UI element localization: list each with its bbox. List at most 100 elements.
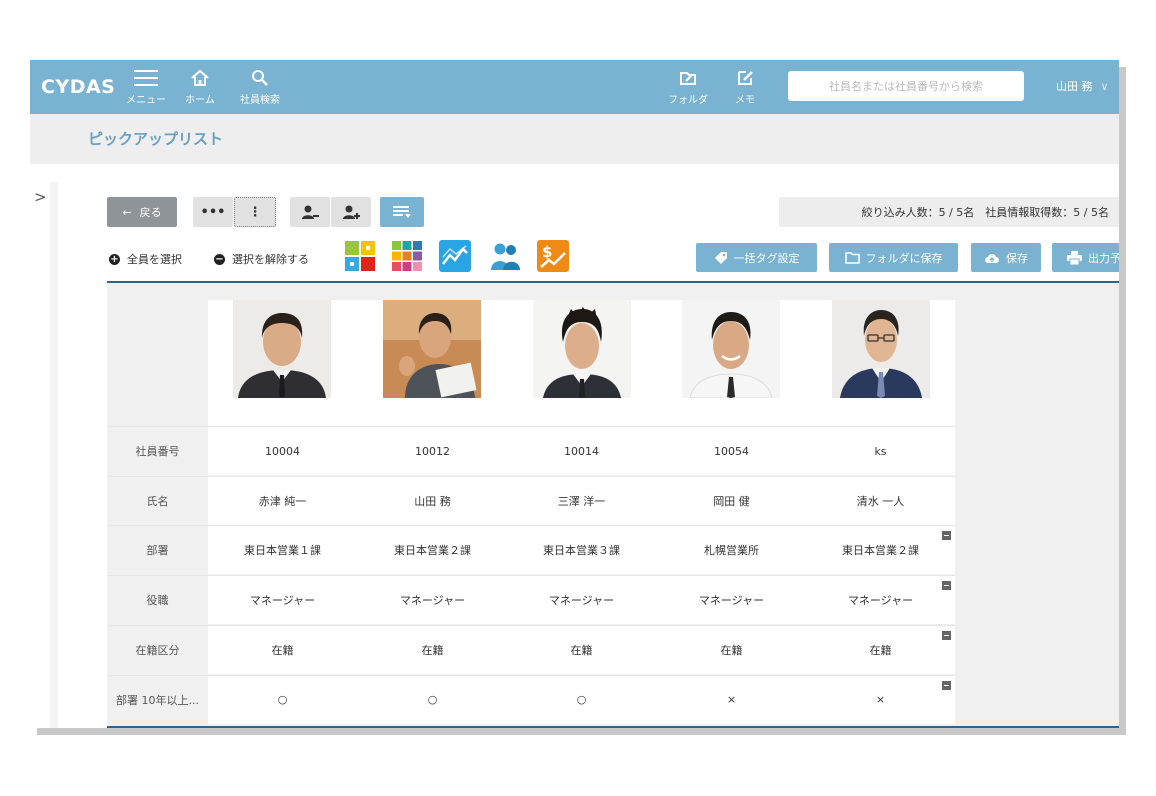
row-label: 在籍区分 xyxy=(107,625,208,674)
table-cell: マネージャー xyxy=(399,594,466,608)
table-cell: ks xyxy=(874,444,887,458)
deselect-all-button[interactable]: − 選択を解除する xyxy=(214,251,309,267)
select-all-label: 全員を選択 xyxy=(127,253,182,266)
home-button[interactable]: ホーム xyxy=(180,68,220,110)
print-reserve-label: 出力予約 xyxy=(1088,251,1119,265)
table-cell: 東日本営業２課 xyxy=(394,544,471,558)
chevron-down-icon: ∨ xyxy=(1100,80,1109,93)
save-label: 保存 xyxy=(1006,251,1028,265)
table-cell: 札幌営業所 xyxy=(704,544,759,558)
row-label: 氏名 xyxy=(107,476,208,525)
table-cell: 東日本営業１課 xyxy=(244,544,321,558)
top-navigation-bar: CYDAS メニュー ホーム 社員検索 フォルダ メモ 山田 務 ∨ xyxy=(30,60,1119,114)
table-cell: 三澤 洋一 xyxy=(557,494,606,508)
app-window: CYDAS メニュー ホーム 社員検索 フォルダ メモ 山田 務 ∨ ピックアップ… xyxy=(30,60,1119,728)
add-user-button[interactable] xyxy=(331,197,371,227)
folder-label: フォルダ xyxy=(668,95,708,106)
table-cell: 10012 xyxy=(415,444,450,458)
row-label: 役職 xyxy=(107,576,208,625)
table-bottom-divider xyxy=(107,726,1119,728)
employee-photo-5[interactable] xyxy=(832,300,930,398)
employee-photo-4[interactable] xyxy=(682,300,780,398)
table-row: 役職 マネージャー マネージャー マネージャー マネージャー マネージャー xyxy=(107,575,955,625)
print-reserve-button[interactable]: 出力予約 xyxy=(1052,243,1119,272)
hamburger-icon xyxy=(134,70,158,86)
pickup-list-table: 社員番号 10004 10012 10014 10054 ks 氏名 赤津 純一 山田 務 三澤 … xyxy=(107,283,1119,728)
main-content: ← 戻る ••• ⋮ 絞り込み人数：5 / 5名 社員情報取得数：5 / 5名 … xyxy=(107,182,1119,728)
salary-chart-icon[interactable]: $ xyxy=(537,240,569,272)
employee-search-label: 社員検索 xyxy=(240,95,280,106)
folder-edit-icon xyxy=(680,72,696,85)
table-cell: 在籍 xyxy=(869,643,892,657)
svg-text:$: $ xyxy=(542,243,552,261)
bulk-tag-button[interactable]: 一括タグ設定 xyxy=(696,243,817,272)
tile-view-icon[interactable] xyxy=(344,240,376,272)
plus-circle-icon: + xyxy=(109,253,120,265)
memo-edit-icon xyxy=(738,71,753,85)
table-cell: 10014 xyxy=(564,444,599,458)
folder-button[interactable]: フォルダ xyxy=(666,68,710,110)
save-to-folder-label: フォルダに保存 xyxy=(865,251,943,265)
save-to-folder-button[interactable]: フォルダに保存 xyxy=(829,243,958,272)
page-title-band: ピックアップリスト xyxy=(30,114,1119,164)
cydas-logo[interactable]: CYDAS xyxy=(41,76,115,98)
remove-user-button[interactable] xyxy=(290,197,330,227)
kebab-menu-button[interactable]: ⋮ xyxy=(234,197,276,227)
list-settings-button[interactable] xyxy=(380,197,424,227)
table-row: 在籍区分 在籍 在籍 在籍 在籍 在籍 xyxy=(107,624,955,674)
table-cell: ○ xyxy=(427,693,438,706)
cloud-upload-icon xyxy=(985,253,999,263)
table-cell: 在籍 xyxy=(570,643,593,657)
memo-button[interactable]: メモ xyxy=(728,68,762,110)
table-cell: マネージャー xyxy=(249,594,316,608)
table-cell: 在籍 xyxy=(720,643,743,657)
menu-button[interactable]: メニュー xyxy=(125,68,167,110)
table-cell: 在籍 xyxy=(421,643,444,657)
table-row: 社員番号 10004 10012 10014 10054 ks xyxy=(107,426,955,475)
select-all-button[interactable]: + 全員を選択 xyxy=(109,251,182,267)
table-cell: 赤津 純一 xyxy=(258,494,307,508)
save-button[interactable]: 保存 xyxy=(971,243,1041,272)
home-icon xyxy=(191,69,209,86)
folder-icon xyxy=(844,252,860,264)
user-minus-icon xyxy=(302,205,319,219)
employee-search-button[interactable]: 社員検索 xyxy=(235,68,285,110)
table-cell: ○ xyxy=(576,693,587,706)
trend-chart-icon[interactable] xyxy=(439,240,471,272)
table-cell: × xyxy=(875,693,886,706)
employee-photo-1[interactable] xyxy=(233,300,331,398)
page-title: ピックアップリスト xyxy=(88,130,224,148)
employee-search-input[interactable] xyxy=(788,71,1024,101)
list-filter-icon xyxy=(393,206,411,218)
table-cell: マネージャー xyxy=(548,594,615,608)
table-cell: 10004 xyxy=(265,444,300,458)
user-plus-icon xyxy=(343,205,360,219)
table-cell: 山田 務 xyxy=(414,494,451,508)
table-cell: 清水 一人 xyxy=(856,494,905,508)
more-options-button[interactable]: ••• xyxy=(193,197,233,227)
table-cell: マネージャー xyxy=(847,594,914,608)
matrix-view-icon[interactable] xyxy=(391,240,423,272)
printer-icon xyxy=(1067,250,1082,265)
filter-count-status: 絞り込み人数：5 / 5名 社員情報取得数：5 / 5名 xyxy=(779,197,1119,227)
tag-icon xyxy=(714,251,727,264)
table-row: 氏名 赤津 純一 山田 務 三澤 洋一 岡田 健 清水 一人 xyxy=(107,475,955,525)
people-group-icon[interactable] xyxy=(489,240,521,272)
table-row: 部署 10年以上... ○ ○ ○ × × xyxy=(107,674,955,724)
row-label: 社員番号 xyxy=(107,427,208,475)
chevron-right-icon[interactable]: > xyxy=(34,188,47,206)
side-panel: > xyxy=(30,182,51,728)
table-cell: × xyxy=(726,693,737,706)
side-panel-shadow xyxy=(50,182,58,728)
employee-photo-3[interactable] xyxy=(533,300,631,398)
employee-photo-2[interactable] xyxy=(383,300,481,398)
table-cell: 東日本営業３課 xyxy=(543,544,620,558)
minus-circle-icon: − xyxy=(214,253,225,265)
search-icon xyxy=(252,70,268,86)
user-menu[interactable]: 山田 務 ∨ xyxy=(1056,78,1109,94)
menu-label: メニュー xyxy=(126,95,166,106)
back-button[interactable]: ← 戻る xyxy=(107,197,177,227)
user-name: 山田 務 xyxy=(1056,80,1093,93)
table-cell: マネージャー xyxy=(698,594,765,608)
photo-row xyxy=(208,300,955,426)
